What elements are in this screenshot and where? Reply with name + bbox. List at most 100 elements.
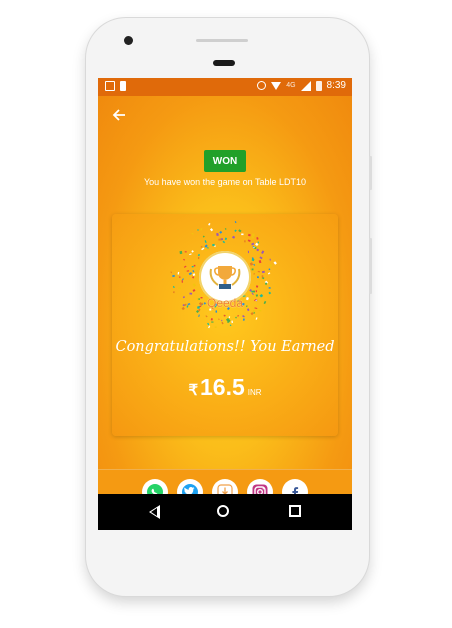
confetti-piece <box>192 283 196 287</box>
gallery-icon <box>105 81 115 91</box>
won-badge: WON <box>204 150 246 172</box>
confetti-piece <box>192 276 195 279</box>
confetti-piece <box>206 247 209 249</box>
confetti-piece <box>222 240 226 244</box>
confetti-piece <box>192 289 196 292</box>
confetti-piece <box>184 275 187 278</box>
nav-home-icon[interactable] <box>217 505 229 517</box>
confetti-piece <box>235 316 237 319</box>
confetti-piece <box>273 261 277 265</box>
confetti-piece <box>205 249 207 252</box>
confetti-piece <box>221 319 223 322</box>
alarm-icon <box>257 81 267 90</box>
confetti-piece <box>251 268 254 271</box>
confetti-piece <box>211 321 214 323</box>
confetti-piece <box>249 262 254 266</box>
back-arrow-icon[interactable] <box>112 108 126 125</box>
confetti-piece <box>184 251 187 253</box>
volume-rocker <box>369 238 372 294</box>
confetti-piece <box>216 232 219 237</box>
signal-icon <box>300 80 311 91</box>
confetti-piece <box>265 282 268 285</box>
confetti-piece <box>209 228 214 232</box>
confetti-piece <box>253 273 255 275</box>
confetti-piece <box>179 250 183 255</box>
confetti-piece <box>172 274 175 278</box>
confetti-piece <box>198 314 200 317</box>
confetti-piece <box>269 258 271 261</box>
battery-saver-icon <box>120 81 126 91</box>
confetti-piece <box>177 271 180 275</box>
network-type: 4G <box>286 82 296 89</box>
confetti-piece <box>261 250 265 254</box>
confetti-piece <box>192 269 195 273</box>
confetti-piece <box>228 316 231 319</box>
confetti-piece <box>191 250 194 253</box>
confetti-piece <box>202 235 205 238</box>
confetti-piece <box>256 246 259 249</box>
congrats-text: Congratulations!! You Earned <box>115 339 335 355</box>
reward-card: Congratulations!! You Earned ₹ 16.5 INR <box>112 214 338 436</box>
confetti-piece <box>188 272 193 276</box>
confetti-piece <box>268 291 272 295</box>
confetti-piece <box>247 250 249 254</box>
result-screen: WON You have won the game on Table LDT10… <box>98 96 352 513</box>
android-nav-bar <box>98 494 352 530</box>
confetti-piece <box>211 243 215 247</box>
confetti-piece <box>178 287 181 290</box>
confetti-piece <box>242 318 245 321</box>
confetti-piece <box>251 258 255 262</box>
earpiece-speaker <box>196 39 248 42</box>
confetti-piece <box>229 324 232 327</box>
confetti-piece <box>200 228 203 231</box>
confetti-piece <box>267 272 271 275</box>
confetti-piece <box>252 250 255 253</box>
confetti-piece <box>254 246 257 250</box>
confetti-piece <box>237 315 240 317</box>
confetti-piece <box>215 310 218 313</box>
confetti-piece <box>219 230 223 234</box>
confetti-piece <box>208 222 211 226</box>
proximity-sensor <box>213 60 235 66</box>
confetti-piece <box>183 258 186 261</box>
confetti-piece <box>231 235 236 239</box>
confetti-piece <box>247 233 251 237</box>
confetti-piece <box>218 238 222 241</box>
confetti-piece <box>210 318 213 321</box>
confetti-piece <box>242 314 245 318</box>
status-bar: 4G 8:39 <box>98 78 352 96</box>
confetti-piece <box>257 276 259 279</box>
confetti-piece <box>224 237 228 241</box>
confetti-piece <box>193 264 196 267</box>
confetti-piece <box>205 315 208 318</box>
status-time: 8:39 <box>326 80 346 91</box>
confetti-piece <box>181 278 184 281</box>
confetti-piece <box>207 322 210 326</box>
confetti-piece <box>257 270 261 273</box>
confetti-piece <box>224 228 227 230</box>
confetti-piece <box>250 312 254 316</box>
confetti-piece <box>253 270 256 273</box>
confetti-piece <box>214 326 217 328</box>
confetti-piece <box>192 273 196 276</box>
confetti-piece <box>261 275 264 278</box>
confetti-piece <box>221 321 224 325</box>
confetti-piece <box>197 229 199 231</box>
front-camera <box>124 36 133 45</box>
confetti-piece <box>257 241 259 244</box>
trophy-icon <box>209 266 241 289</box>
confetti-piece <box>181 280 183 283</box>
phone-screen: 4G 8:39 WON You have won the game on Tab… <box>98 78 352 530</box>
confetti-piece <box>244 240 246 243</box>
confetti-piece <box>269 264 273 268</box>
confetti-piece <box>218 318 220 321</box>
confetti-piece <box>191 265 194 268</box>
confetti-piece <box>183 265 187 268</box>
confetti-piece <box>238 229 242 233</box>
confetti-piece <box>172 285 175 289</box>
confetti-piece <box>258 260 262 264</box>
nav-recents-icon[interactable] <box>289 505 301 517</box>
confetti-piece <box>191 232 194 235</box>
confetti-piece <box>256 248 260 252</box>
nav-back-icon[interactable] <box>149 505 160 519</box>
